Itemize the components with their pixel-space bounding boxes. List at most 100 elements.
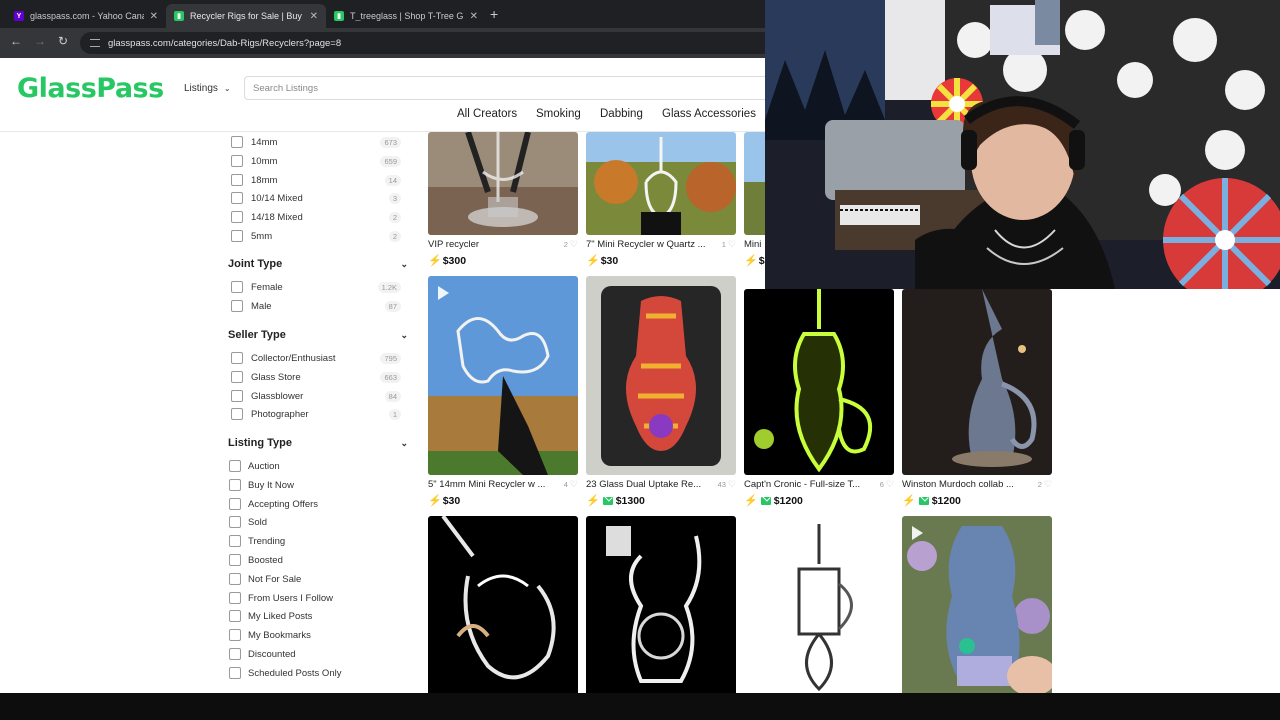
heart-icon[interactable]: ♡ bbox=[570, 479, 578, 490]
listing-title-row[interactable]: 23 Glass Dual Uptake Re... 43 ♡ bbox=[586, 479, 736, 490]
listing-photo[interactable] bbox=[586, 276, 736, 475]
video-play-icon[interactable] bbox=[438, 286, 449, 300]
checkbox[interactable] bbox=[229, 460, 241, 472]
listing-title-row[interactable]: Capt'n Cronic - Full-size T... 6 ♡ bbox=[744, 479, 894, 490]
close-icon[interactable]: ✕ bbox=[470, 11, 478, 22]
listing-photo[interactable] bbox=[744, 524, 894, 693]
site-info-icon[interactable] bbox=[90, 39, 100, 47]
checkbox[interactable] bbox=[229, 535, 241, 547]
checkbox[interactable] bbox=[229, 610, 241, 622]
checkbox[interactable] bbox=[231, 230, 243, 242]
heart-icon[interactable]: ♡ bbox=[728, 479, 736, 490]
filter-section-joint-type[interactable]: Joint Type ⌄ bbox=[228, 258, 408, 270]
checkbox[interactable] bbox=[229, 629, 241, 641]
listing-type-option[interactable]: Boosted bbox=[229, 552, 283, 568]
checkbox[interactable] bbox=[231, 371, 243, 383]
listing-title-row[interactable]: VIP recycler 2 ♡ bbox=[428, 239, 578, 250]
filter-option[interactable]: Collector/Enthusiast 795 bbox=[231, 350, 401, 366]
listing-type-option[interactable]: Buy It Now bbox=[229, 477, 294, 493]
nav-all-creators[interactable]: All Creators bbox=[457, 108, 517, 120]
listing-title-row[interactable]: Mini bbox=[744, 239, 765, 250]
filter-option[interactable]: 18mm 14 bbox=[231, 172, 401, 188]
listing-type-option[interactable]: Trending bbox=[229, 533, 285, 549]
new-tab-plus-icon[interactable]: + bbox=[490, 6, 498, 22]
checkbox[interactable] bbox=[229, 648, 241, 660]
filter-option[interactable]: 10/14 Mixed 3 bbox=[231, 190, 401, 206]
listing-photo[interactable] bbox=[744, 132, 765, 235]
filter-option[interactable]: 14mm 673 bbox=[231, 134, 401, 150]
listing-photo[interactable] bbox=[428, 516, 578, 693]
filter-option[interactable]: 10mm 659 bbox=[231, 153, 401, 169]
checkbox[interactable] bbox=[231, 211, 243, 223]
nav-dabbing[interactable]: Dabbing bbox=[600, 108, 643, 120]
bolt-icon: ⚡ bbox=[586, 495, 600, 507]
checkbox[interactable] bbox=[231, 390, 243, 402]
back-arrow-icon[interactable]: ← bbox=[10, 34, 22, 48]
checkbox[interactable] bbox=[229, 516, 241, 528]
video-play-icon[interactable] bbox=[912, 526, 923, 540]
close-icon[interactable]: ✕ bbox=[150, 11, 158, 22]
checkbox[interactable] bbox=[231, 174, 243, 186]
address-bar[interactable]: glasspass.com/categories/Dab-Rigs/Recycl… bbox=[80, 32, 780, 54]
listing-title-row[interactable]: 7" Mini Recycler w Quartz ... 1 ♡ bbox=[586, 239, 736, 250]
checkbox[interactable] bbox=[229, 667, 241, 679]
checkbox[interactable] bbox=[231, 155, 243, 167]
listing-type-option[interactable]: Accepting Offers bbox=[229, 496, 318, 512]
checkbox[interactable] bbox=[231, 352, 243, 364]
checkbox[interactable] bbox=[231, 192, 243, 204]
listing-photo[interactable] bbox=[586, 516, 736, 693]
listing-type-option[interactable]: My Bookmarks bbox=[229, 627, 311, 643]
reload-icon[interactable]: ↻ bbox=[58, 34, 68, 48]
filter-option[interactable]: 5mm 2 bbox=[231, 228, 401, 244]
filter-section-seller-type[interactable]: Seller Type ⌄ bbox=[228, 329, 408, 341]
listing-type-option[interactable]: Scheduled Posts Only bbox=[229, 665, 341, 681]
listing-photo[interactable] bbox=[744, 289, 894, 475]
heart-icon[interactable]: ♡ bbox=[1044, 479, 1052, 490]
filter-option[interactable]: 14/18 Mixed 2 bbox=[231, 209, 401, 225]
nav-glass-accessories[interactable]: Glass Accessories bbox=[662, 108, 756, 120]
listing-type-option[interactable]: Not For Sale bbox=[229, 571, 301, 587]
listings-dropdown[interactable]: Listings ⌄ bbox=[184, 83, 231, 94]
listing-photo[interactable] bbox=[428, 276, 578, 475]
glasspass-logo[interactable]: GlassPass bbox=[17, 73, 164, 104]
browser-tab-recycler-rigs[interactable]: ▮ Recycler Rigs for Sale | Buy Rec ✕ bbox=[166, 4, 326, 28]
filter-option[interactable]: Female 1.2K bbox=[231, 279, 401, 295]
checkbox[interactable] bbox=[231, 136, 243, 148]
listing-photo[interactable] bbox=[586, 132, 736, 235]
checkbox[interactable] bbox=[231, 281, 243, 293]
listing-type-option[interactable]: From Users I Follow bbox=[229, 590, 333, 606]
heart-icon[interactable]: ♡ bbox=[570, 239, 578, 250]
listing-title-row[interactable]: 5" 14mm Mini Recycler w ... 4 ♡ bbox=[428, 479, 578, 490]
filter-option[interactable]: Glassblower 84 bbox=[231, 388, 401, 404]
browser-tab-ttreeglass[interactable]: ▮ T_treeglass | Shop T-Tree Glass ✕ bbox=[326, 4, 486, 28]
checkbox[interactable] bbox=[229, 573, 241, 585]
search-input[interactable] bbox=[245, 77, 803, 99]
close-icon[interactable]: ✕ bbox=[310, 11, 318, 22]
listing-photo[interactable] bbox=[902, 289, 1052, 475]
listing-photo[interactable] bbox=[902, 516, 1052, 693]
listing-type-option[interactable]: Discounted bbox=[229, 646, 296, 662]
checkbox[interactable] bbox=[231, 408, 243, 420]
listing-type-option[interactable]: Auction bbox=[229, 458, 280, 474]
heart-icon[interactable]: ♡ bbox=[886, 479, 894, 490]
listing-title-row[interactable]: Winston Murdoch collab ... 2 ♡ bbox=[902, 479, 1052, 490]
search-box[interactable] bbox=[244, 76, 804, 100]
browser-tab-yahoo[interactable]: Y glasspass.com - Yahoo Canada ✕ bbox=[6, 4, 166, 28]
checkbox[interactable] bbox=[229, 479, 241, 491]
listing-photo[interactable] bbox=[428, 132, 578, 235]
checkbox[interactable] bbox=[229, 554, 241, 566]
checkbox[interactable] bbox=[231, 300, 243, 312]
filter-option[interactable]: Glass Store 663 bbox=[231, 369, 401, 385]
checkbox[interactable] bbox=[229, 592, 241, 604]
listing-type-option[interactable]: Sold bbox=[229, 514, 267, 530]
heart-icon[interactable]: ♡ bbox=[728, 239, 736, 250]
checkbox[interactable] bbox=[229, 498, 241, 510]
filter-option[interactable]: Photographer 1 bbox=[231, 406, 401, 422]
forward-arrow-icon[interactable]: → bbox=[34, 34, 46, 48]
filter-option[interactable]: Male 87 bbox=[231, 298, 401, 314]
filter-section-listing-type[interactable]: Listing Type ⌄ bbox=[228, 437, 408, 449]
filter-count: 1.2K bbox=[377, 281, 401, 293]
nav-smoking[interactable]: Smoking bbox=[536, 108, 581, 120]
listing-type-option[interactable]: My Liked Posts bbox=[229, 608, 312, 624]
filter-label: Male bbox=[251, 300, 272, 312]
